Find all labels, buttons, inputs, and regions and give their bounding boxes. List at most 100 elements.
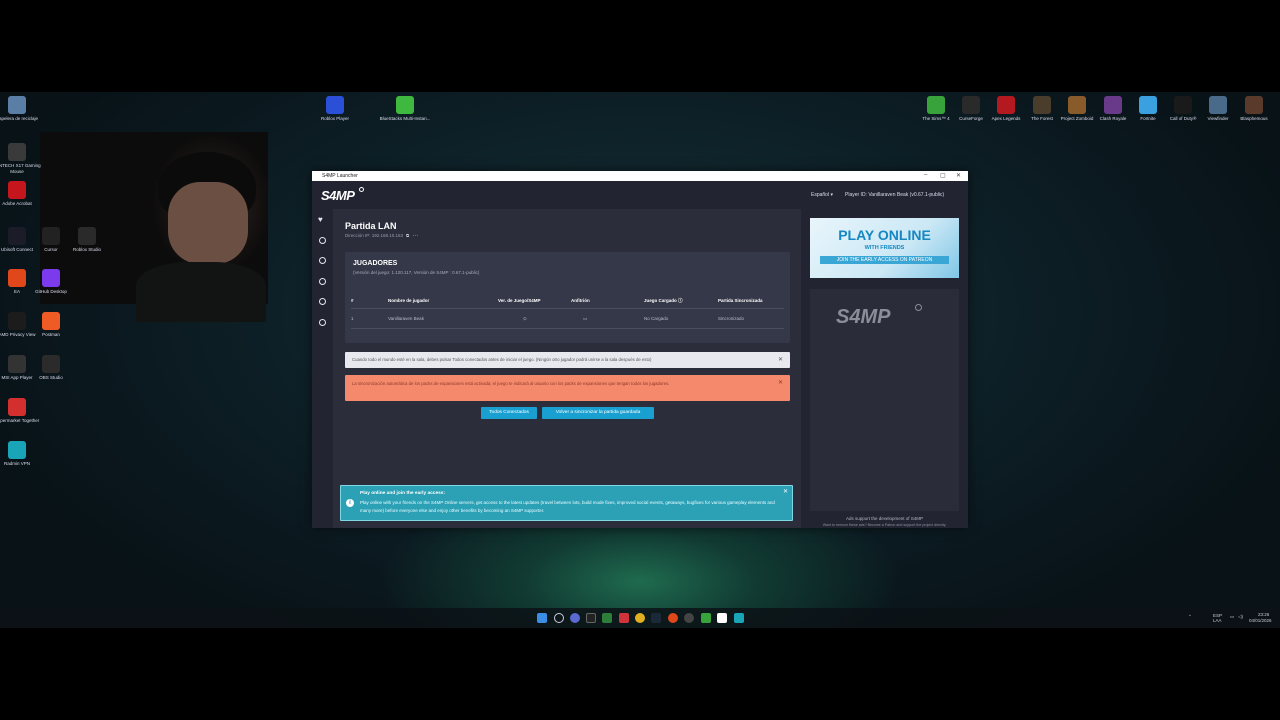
ea-app-icon[interactable]: [668, 613, 678, 623]
forest-icon: [1033, 96, 1051, 114]
close-alert-button[interactable]: ✕: [778, 379, 783, 386]
game-loaded-status: No Cargado: [644, 316, 669, 321]
early-access-banner: i Play online and join the early access:…: [340, 485, 793, 521]
roblox-studio-icon: [78, 227, 96, 245]
info-icon[interactable]: [319, 257, 326, 264]
table-divider: [351, 308, 784, 309]
desktop-shortcut-label: Roblox Studio: [72, 247, 102, 252]
minimize-button[interactable]: –: [924, 172, 927, 178]
app-header: S4MP Español ▾ Player ID: Vanillaraven B…: [312, 181, 968, 209]
taskview-icon[interactable]: [570, 613, 580, 623]
desktop-shortcut[interactable]: FANTECH X17 Gaming Mouse: [0, 143, 43, 174]
s4mp-taskbar-icon[interactable]: [717, 613, 727, 623]
close-banner-button[interactable]: ✕: [783, 488, 788, 495]
app-icon[interactable]: [684, 613, 694, 623]
desktop-shortcut[interactable]: Roblox Studio: [61, 227, 113, 253]
recycle-bin-icon: [8, 96, 26, 114]
players-card: JUGADORES (Versión del juego: 1.120.117,…: [345, 252, 790, 343]
desktop-shortcut-label: Adobe Acrobat: [2, 201, 32, 206]
screen: Papelera de reciclaje FANTECH X17 Gaming …: [0, 0, 1280, 720]
desktop-shortcut-label: OBS Studio: [39, 375, 63, 380]
users-icon[interactable]: [319, 298, 326, 305]
table-divider: [351, 328, 784, 329]
desktop-shortcut[interactable]: BlueStacks Multi-Instan...: [379, 96, 431, 122]
desktop-shortcut[interactable]: OBS Studio: [25, 355, 77, 381]
globe-icon[interactable]: [319, 278, 326, 285]
steam-icon[interactable]: [651, 613, 661, 623]
zomboid-icon: [1068, 96, 1086, 114]
close-window-button[interactable]: ✕: [956, 172, 961, 179]
language-dropdown[interactable]: Español ▾: [811, 192, 833, 198]
start-icon[interactable]: [537, 613, 547, 623]
desktop-shortcut[interactable]: GitHub Desktop: [25, 269, 77, 295]
sync-status: Sincronizado: [718, 316, 745, 321]
acrobat-icon: [8, 181, 26, 199]
ad-cta: JOIN THE EARLY ACCESS ON PATREON: [820, 256, 949, 264]
app-icon[interactable]: [602, 613, 612, 623]
ea-icon: [8, 269, 26, 287]
lobby-panel: Partida LAN Dirección IP: 192.168.10.163…: [333, 209, 801, 528]
clock-date[interactable]: 04/01/2026: [1249, 618, 1272, 623]
app-icon[interactable]: [586, 613, 596, 623]
copy-icon[interactable]: ⧉: [406, 233, 409, 238]
column-header: Nombre de jugador: [388, 298, 430, 303]
banner-body: Play online with your friends on the S4M…: [360, 500, 775, 513]
ip-address: Dirección IP: 192.168.10.163 ⧉ ···: [345, 233, 418, 239]
ad-subline: WITH FRIENDS: [864, 245, 905, 251]
resync-save-button[interactable]: Volver a sincronizar la partida guardada: [542, 407, 654, 419]
patreon-ad[interactable]: PLAY ONLINE WITH FRIENDS JOIN THE EARLY …: [810, 218, 959, 278]
desktop-shortcut[interactable]: Blasphemous: [1228, 96, 1280, 122]
sims-taskbar-icon[interactable]: [701, 613, 711, 623]
desktop-shortcut[interactable]: Roblox Player: [309, 96, 361, 122]
radmin-icon: [8, 441, 26, 459]
desktop-shortcut[interactable]: Papelera de reciclaje: [0, 96, 43, 122]
players-subtitle: (Versión del juego: 1.120.117, Versión d…: [353, 270, 480, 275]
network-icon[interactable]: ▭: [1230, 614, 1234, 620]
volume-icon[interactable]: ◁): [1238, 614, 1243, 620]
desktop-shortcut[interactable]: Supermarket Together: [0, 398, 43, 424]
desktop-shortcut-label: FANTECH X17 Gaming Mouse: [0, 163, 41, 174]
column-header: Ver. de Juego/S4MP: [498, 298, 541, 303]
player-id: Player ID: Vanillaraven Beak (v0.67.1-pu…: [845, 192, 945, 198]
player-number: 1: [351, 316, 354, 321]
version-status-icon: ⊙: [523, 316, 527, 321]
player-name: Vanillaraven Beak: [388, 316, 424, 321]
warning-alert-text: La sincronización automática de los pack…: [352, 381, 670, 386]
roblox-icon: [326, 96, 344, 114]
desktop-shortcut[interactable]: Adobe Acrobat: [0, 181, 43, 207]
maximize-button[interactable]: ▢: [940, 172, 946, 179]
s4mp-logo-large: S4MP: [836, 306, 891, 328]
ad-support-text: Ads support the development of S4MP: [845, 516, 924, 521]
heart-icon[interactable]: ♥: [318, 216, 325, 224]
all-connected-button[interactable]: Todos Conectados: [481, 407, 537, 419]
window-title: S4MP Launcher: [322, 173, 358, 179]
desktop-shortcut-label: Blasphemous: [1240, 116, 1268, 121]
settings-gear-icon[interactable]: [319, 319, 326, 326]
column-header: #: [351, 298, 354, 303]
desktop-shortcut[interactable]: Radmin VPN: [0, 441, 43, 467]
column-header: Juego Cargado ⓘ: [644, 298, 683, 303]
clock-time[interactable]: 23:26: [1258, 612, 1269, 617]
apex-icon: [997, 96, 1015, 114]
curseforge-icon: [962, 96, 980, 114]
more-options-icon[interactable]: ···: [412, 233, 418, 239]
remove-ads-text[interactable]: Want to remove these ads? Become a Patro…: [801, 523, 968, 527]
desktop-shortcut-label: Postman: [42, 332, 60, 337]
warning-alert: La sincronización automática de los pack…: [345, 375, 790, 401]
mouse-icon: [8, 143, 26, 161]
desktop-shortcut-label: Supermarket Together: [0, 418, 40, 423]
app-icon[interactable]: [619, 613, 629, 623]
postman-icon: [42, 312, 60, 330]
close-alert-button[interactable]: ✕: [778, 356, 783, 363]
tray-chevron-icon[interactable]: ⌃: [1188, 614, 1192, 620]
s4mp-logo: S4MP: [321, 188, 355, 203]
players-title: JUGADORES: [353, 260, 398, 267]
page-title: Partida LAN: [345, 221, 397, 231]
language-indicator[interactable]: ESP LAA: [1213, 613, 1227, 623]
search-icon[interactable]: [554, 613, 564, 623]
desktop-shortcut[interactable]: Postman: [25, 312, 77, 338]
radmin-taskbar-icon[interactable]: [734, 613, 744, 623]
chrome-icon[interactable]: [635, 613, 645, 623]
fortnite-icon: [1139, 96, 1157, 114]
help-icon[interactable]: [319, 237, 326, 244]
